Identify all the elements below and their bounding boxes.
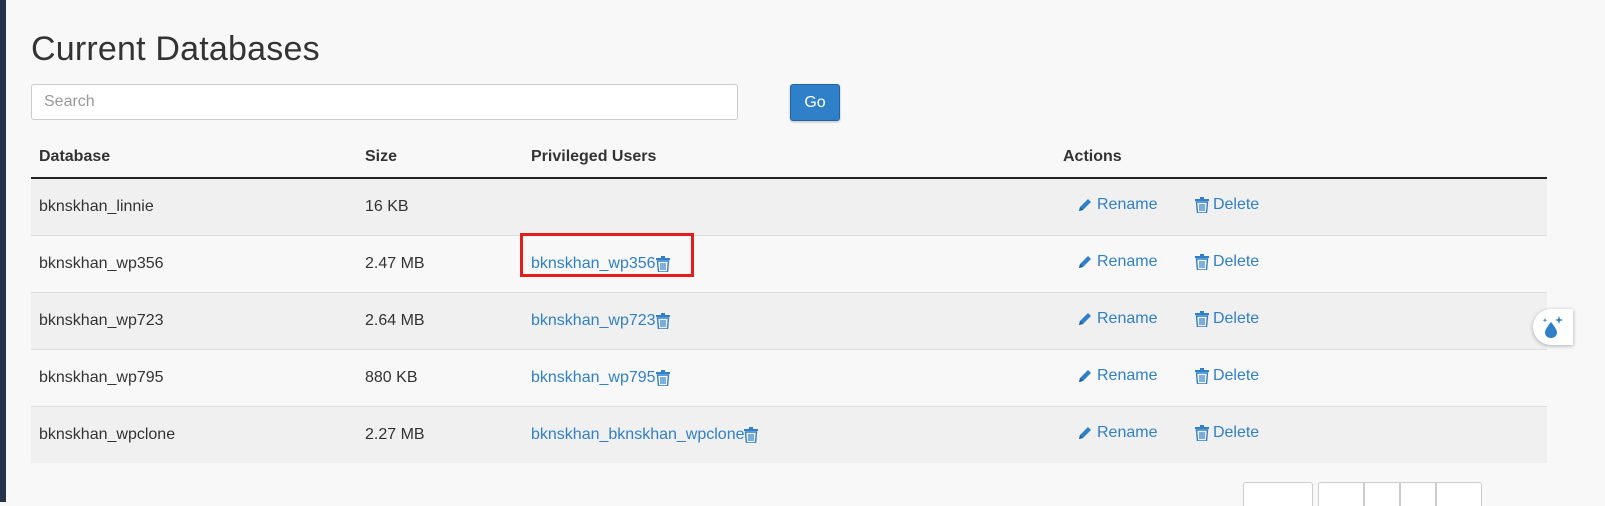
pencil-icon: [1079, 427, 1091, 439]
privileged-users-cell: bknskhan_wp795: [523, 349, 1055, 407]
droplet-sparkle-icon: [1542, 316, 1563, 338]
pencil-icon: [1079, 370, 1091, 382]
delete-link[interactable]: Delete: [1194, 253, 1260, 271]
actions-cell: Rename Delete: [1055, 406, 1547, 463]
page-next-button[interactable]: [1400, 482, 1436, 506]
privileged-user-link[interactable]: bknskhan_wp723: [531, 312, 656, 330]
database-size: 2.64 MB: [357, 292, 523, 350]
rename-label: Rename: [1097, 367, 1158, 384]
table-row: bknskhan_wp723 2.64 MB bknskhan_wp723 Re…: [31, 292, 1547, 350]
table-row: bknskhan_linnie 16 KB Rename Delete: [31, 177, 1547, 236]
database-name: bknskhan_wp356: [31, 235, 357, 293]
privileged-user-highlighted: bknskhan_wp356: [520, 233, 694, 277]
table-row: bknskhan_wpclone 2.27 MB bknskhan_bknskh…: [31, 406, 1547, 463]
rename-label: Rename: [1097, 253, 1158, 270]
header-size[interactable]: Size: [357, 136, 523, 179]
delete-label: Delete: [1212, 367, 1260, 384]
side-widget-button[interactable]: [1533, 309, 1573, 345]
left-sidebar-edge: [0, 0, 6, 502]
go-button[interactable]: Go: [790, 84, 840, 121]
pencil-icon: [1079, 313, 1091, 325]
table-row: bknskhan_wp356 2.47 MB bknskhan_wp356 Re…: [31, 233, 1547, 293]
privileged-user-link[interactable]: bknskhan_bknskhan_wpclone: [531, 426, 744, 444]
delete-label: Delete: [1212, 196, 1260, 213]
delete-label: Delete: [1212, 253, 1260, 270]
database-name: bknskhan_wpclone: [31, 406, 357, 463]
rename-label: Rename: [1097, 424, 1158, 441]
privileged-users-cell: [523, 177, 1055, 236]
revoke-user-trash-icon[interactable]: [655, 370, 670, 386]
rename-label: Rename: [1097, 196, 1158, 213]
trash-icon: [1194, 311, 1209, 327]
header-actions: Actions: [1055, 136, 1547, 179]
delete-link[interactable]: Delete: [1194, 424, 1260, 442]
delete-link[interactable]: Delete: [1194, 367, 1260, 385]
rename-link[interactable]: Rename: [1077, 196, 1157, 214]
database-size: 2.47 MB: [357, 235, 523, 293]
databases-table: Database Size Privileged Users Actions b…: [31, 136, 1547, 463]
table-header-row: Database Size Privileged Users Actions: [31, 136, 1547, 179]
page-first-button[interactable]: [1318, 482, 1364, 506]
database-name: bknskhan_wp723: [31, 292, 357, 350]
actions-cell: Rename Delete: [1055, 292, 1547, 350]
pencil-icon: [1079, 256, 1091, 268]
actions-cell: Rename Delete: [1055, 235, 1547, 293]
privileged-user: bknskhan_wp723: [531, 312, 670, 330]
revoke-user-trash-icon[interactable]: [655, 256, 670, 272]
database-size: 2.27 MB: [357, 406, 523, 463]
page-prev-button[interactable]: [1364, 482, 1400, 506]
rename-label: Rename: [1097, 310, 1158, 327]
rename-link[interactable]: Rename: [1077, 424, 1157, 442]
page-title: Current Databases: [31, 30, 320, 68]
privileged-users-cell: bknskhan_wp723: [523, 292, 1055, 350]
database-size: 880 KB: [357, 349, 523, 407]
trash-icon: [1194, 197, 1209, 213]
trash-icon: [1194, 254, 1209, 270]
revoke-user-trash-icon[interactable]: [744, 427, 759, 443]
revoke-user-trash-icon[interactable]: [655, 313, 670, 329]
pencil-icon: [1079, 199, 1091, 211]
search-input[interactable]: [31, 84, 738, 120]
trash-icon: [1194, 425, 1209, 441]
rename-link[interactable]: Rename: [1077, 253, 1157, 271]
database-name: bknskhan_wp795: [31, 349, 357, 407]
trash-icon: [1194, 368, 1209, 384]
pagination: [1243, 482, 1482, 506]
delete-label: Delete: [1212, 310, 1260, 327]
delete-label: Delete: [1212, 424, 1260, 441]
privileged-users-cell: bknskhan_bknskhan_wpclone: [523, 406, 1055, 463]
privileged-users-cell: bknskhan_wp356: [520, 233, 1055, 293]
privileged-user-link[interactable]: bknskhan_wp356: [531, 255, 656, 273]
privileged-user-link[interactable]: bknskhan_wp795: [531, 369, 656, 387]
database-size: 16 KB: [357, 177, 523, 236]
page-size-select[interactable]: [1243, 482, 1313, 506]
rename-link[interactable]: Rename: [1077, 367, 1157, 385]
header-database[interactable]: Database: [31, 136, 357, 179]
privileged-user: bknskhan_wp795: [531, 369, 670, 387]
header-privileged-users: Privileged Users: [523, 136, 1055, 179]
database-name: bknskhan_linnie: [31, 177, 357, 236]
page-last-button[interactable]: [1436, 482, 1482, 506]
delete-link[interactable]: Delete: [1194, 196, 1260, 214]
actions-cell: Rename Delete: [1055, 177, 1547, 236]
privileged-user: bknskhan_bknskhan_wpclone: [531, 426, 759, 444]
actions-cell: Rename Delete: [1055, 349, 1547, 407]
delete-link[interactable]: Delete: [1194, 310, 1260, 328]
rename-link[interactable]: Rename: [1077, 310, 1157, 328]
table-row: bknskhan_wp795 880 KB bknskhan_wp795 Ren…: [31, 349, 1547, 407]
